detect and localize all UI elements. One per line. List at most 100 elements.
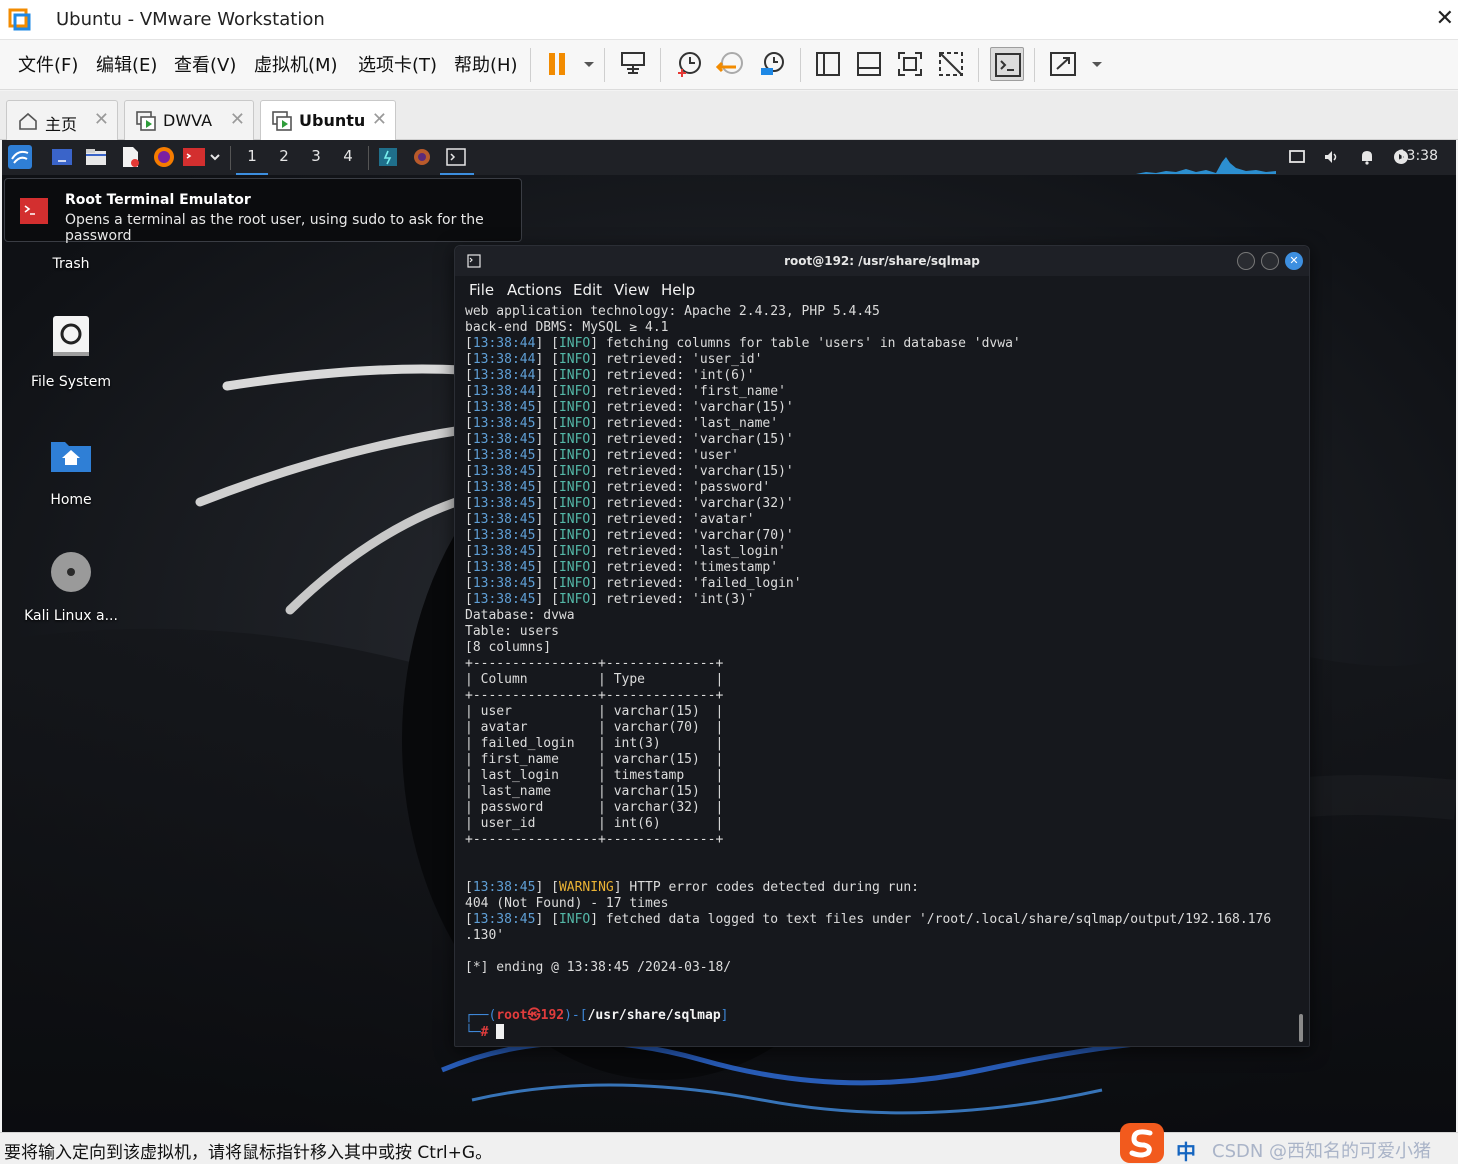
dropdown-icon[interactable] (1080, 47, 1104, 81)
log-line: [13:38:45] [INFO] retrieved: 'last_login… (465, 544, 1299, 560)
log-line: [13:38:45] [INFO] retrieved: 'int(3)' (465, 592, 1299, 608)
bracket: [ (465, 480, 473, 495)
prompt-user-host: root㉿192 (496, 1008, 565, 1023)
firefox-window-icon[interactable] (410, 145, 434, 169)
volume-icon[interactable] (1322, 148, 1340, 166)
desktop-icon-kali-linux[interactable]: Kali Linux a... (6, 548, 136, 624)
root-terminal-icon[interactable] (182, 145, 206, 169)
send-ctrl-alt-del-icon[interactable] (616, 47, 650, 81)
terminal-menu-file[interactable]: File (469, 281, 494, 299)
log-message: ] HTTP error codes detected during run: (613, 880, 919, 895)
notification-bell-icon[interactable] (1358, 148, 1376, 166)
menu-help[interactable]: 帮助(H) (454, 51, 518, 77)
table-border-text: +----------------+--------------+ (465, 832, 724, 847)
terminal-menu-view[interactable]: View (614, 281, 650, 299)
sidebar-icon[interactable] (811, 47, 845, 81)
menu-edit[interactable]: 编辑(E) (96, 51, 157, 77)
pause-icon[interactable] (542, 47, 576, 81)
close-icon[interactable]: ✕ (1436, 6, 1454, 31)
log-level: INFO (558, 416, 591, 431)
table-cell-text: | failed_login | int(3) | (465, 736, 724, 751)
workspace-1[interactable]: 1 (236, 140, 268, 175)
desktop-icon-file-system[interactable]: File System (6, 314, 136, 390)
workspace-3[interactable]: 3 (300, 140, 332, 175)
bracket: [ (465, 352, 473, 367)
terminal-menu-edit[interactable]: Edit (573, 281, 602, 299)
bracket: ] [ (535, 368, 559, 383)
terminal-window-task[interactable] (440, 140, 474, 175)
tab-ubuntu[interactable]: Ubuntu ✕ (260, 100, 396, 140)
table-row: | failed_login | int(3) | (465, 736, 1299, 752)
terminal-output[interactable]: web application technology: Apache 2.4.2… (465, 304, 1299, 1042)
log-timestamp: 13:38:44 (472, 352, 536, 367)
toolbar-separator (800, 48, 801, 82)
prompt-line: ┌──(root㉿192)-[/usr/share/sqlmap] (465, 1008, 1299, 1024)
toolbar-separator (530, 48, 531, 82)
toolbar-separator (1034, 48, 1035, 82)
log-line: [13:38:45] [INFO] retrieved: 'varchar(15… (465, 432, 1299, 448)
menu-view[interactable]: 查看(V) (174, 51, 236, 77)
guest-screen[interactable]: 1 2 3 4 13:38 Root Terminal Emulator Ope… (2, 140, 1456, 1132)
firefox-icon[interactable] (152, 145, 176, 169)
panel-clock[interactable]: 13:38 (1398, 148, 1438, 164)
kali-menu-icon[interactable] (8, 145, 32, 169)
text-editor-icon[interactable] (118, 145, 142, 169)
revert-snapshot-icon[interactable] (714, 47, 748, 81)
workspace-2[interactable]: 2 (268, 140, 300, 175)
tab-home[interactable]: 主页 ✕ (6, 100, 118, 140)
toolbar-separator (660, 48, 661, 82)
ime-mode-indicator[interactable]: 中 (1176, 1136, 1196, 1164)
log-timestamp: 13:38:45 (472, 880, 536, 895)
terminal-titlebar[interactable]: root@192: /usr/share/sqlmap ✕ (455, 246, 1309, 276)
terminal-scrollbar[interactable] (1299, 1014, 1303, 1042)
home-icon (19, 112, 37, 130)
minimize-button[interactable] (1237, 252, 1255, 270)
desktop-icon-trash[interactable]: Trash (6, 248, 136, 272)
stretch-icon[interactable] (1046, 47, 1080, 81)
maximize-button[interactable] (1261, 252, 1279, 270)
terminal-menu-help[interactable]: Help (661, 281, 695, 299)
show-desktop-icon[interactable] (50, 145, 74, 169)
close-icon[interactable]: ✕ (372, 109, 387, 130)
table-cell-text: | avatar | varchar(70) | (465, 720, 724, 735)
desktop-icon-home[interactable]: Home (6, 432, 136, 508)
workspace-4[interactable]: 4 (332, 140, 364, 175)
log-line: [13:38:45] [INFO] retrieved: 'failed_log… (465, 576, 1299, 592)
menu-tabs[interactable]: 选项卡(T) (358, 51, 437, 77)
log-level: INFO (558, 912, 591, 927)
bracket: ] [ (535, 480, 559, 495)
log-level: INFO (558, 464, 591, 479)
table-row: | last_login | timestamp | (465, 768, 1299, 784)
log-level: INFO (558, 368, 591, 383)
app-window-icon[interactable] (376, 145, 400, 169)
unity-icon[interactable] (934, 47, 968, 81)
terminal-menu-actions[interactable]: Actions (507, 281, 562, 299)
console-view-icon[interactable] (990, 47, 1024, 81)
fullscreen-icon[interactable] (893, 47, 927, 81)
terminal-window[interactable]: root@192: /usr/share/sqlmap ✕ File Actio… (454, 245, 1310, 1047)
snapshot-icon[interactable] (672, 47, 706, 81)
file-manager-icon[interactable] (84, 145, 108, 169)
tab-dwva[interactable]: DWVA ✕ (124, 100, 254, 140)
display-icon[interactable] (1288, 148, 1306, 166)
log-line: [13:38:45] [INFO] retrieved: 'avatar' (465, 512, 1299, 528)
close-button[interactable]: ✕ (1285, 252, 1303, 270)
menu-vm[interactable]: 虚拟机(M) (254, 51, 338, 77)
close-icon[interactable]: ✕ (94, 109, 109, 130)
close-icon[interactable]: ✕ (230, 109, 245, 130)
log-timestamp: 13:38:45 (472, 912, 536, 927)
sogou-ime-icon[interactable] (1118, 1121, 1166, 1164)
snapshot-manager-icon[interactable] (756, 47, 790, 81)
xfce-top-panel: 1 2 3 4 13:38 (2, 140, 1456, 175)
log-line: [13:38:45] [INFO] retrieved: 'user' (465, 448, 1299, 464)
bracket: [ (465, 400, 473, 415)
thumbnail-icon[interactable] (852, 47, 886, 81)
panel-separator (368, 146, 369, 170)
bracket: ] [ (535, 592, 559, 607)
dropdown-icon[interactable] (572, 47, 596, 81)
menu-file[interactable]: 文件(F) (18, 51, 78, 77)
chevron-down-icon[interactable] (208, 145, 222, 169)
prompt-decoration: └─ (465, 1025, 481, 1040)
output-line: web application technology: Apache 2.4.2… (465, 304, 1299, 320)
